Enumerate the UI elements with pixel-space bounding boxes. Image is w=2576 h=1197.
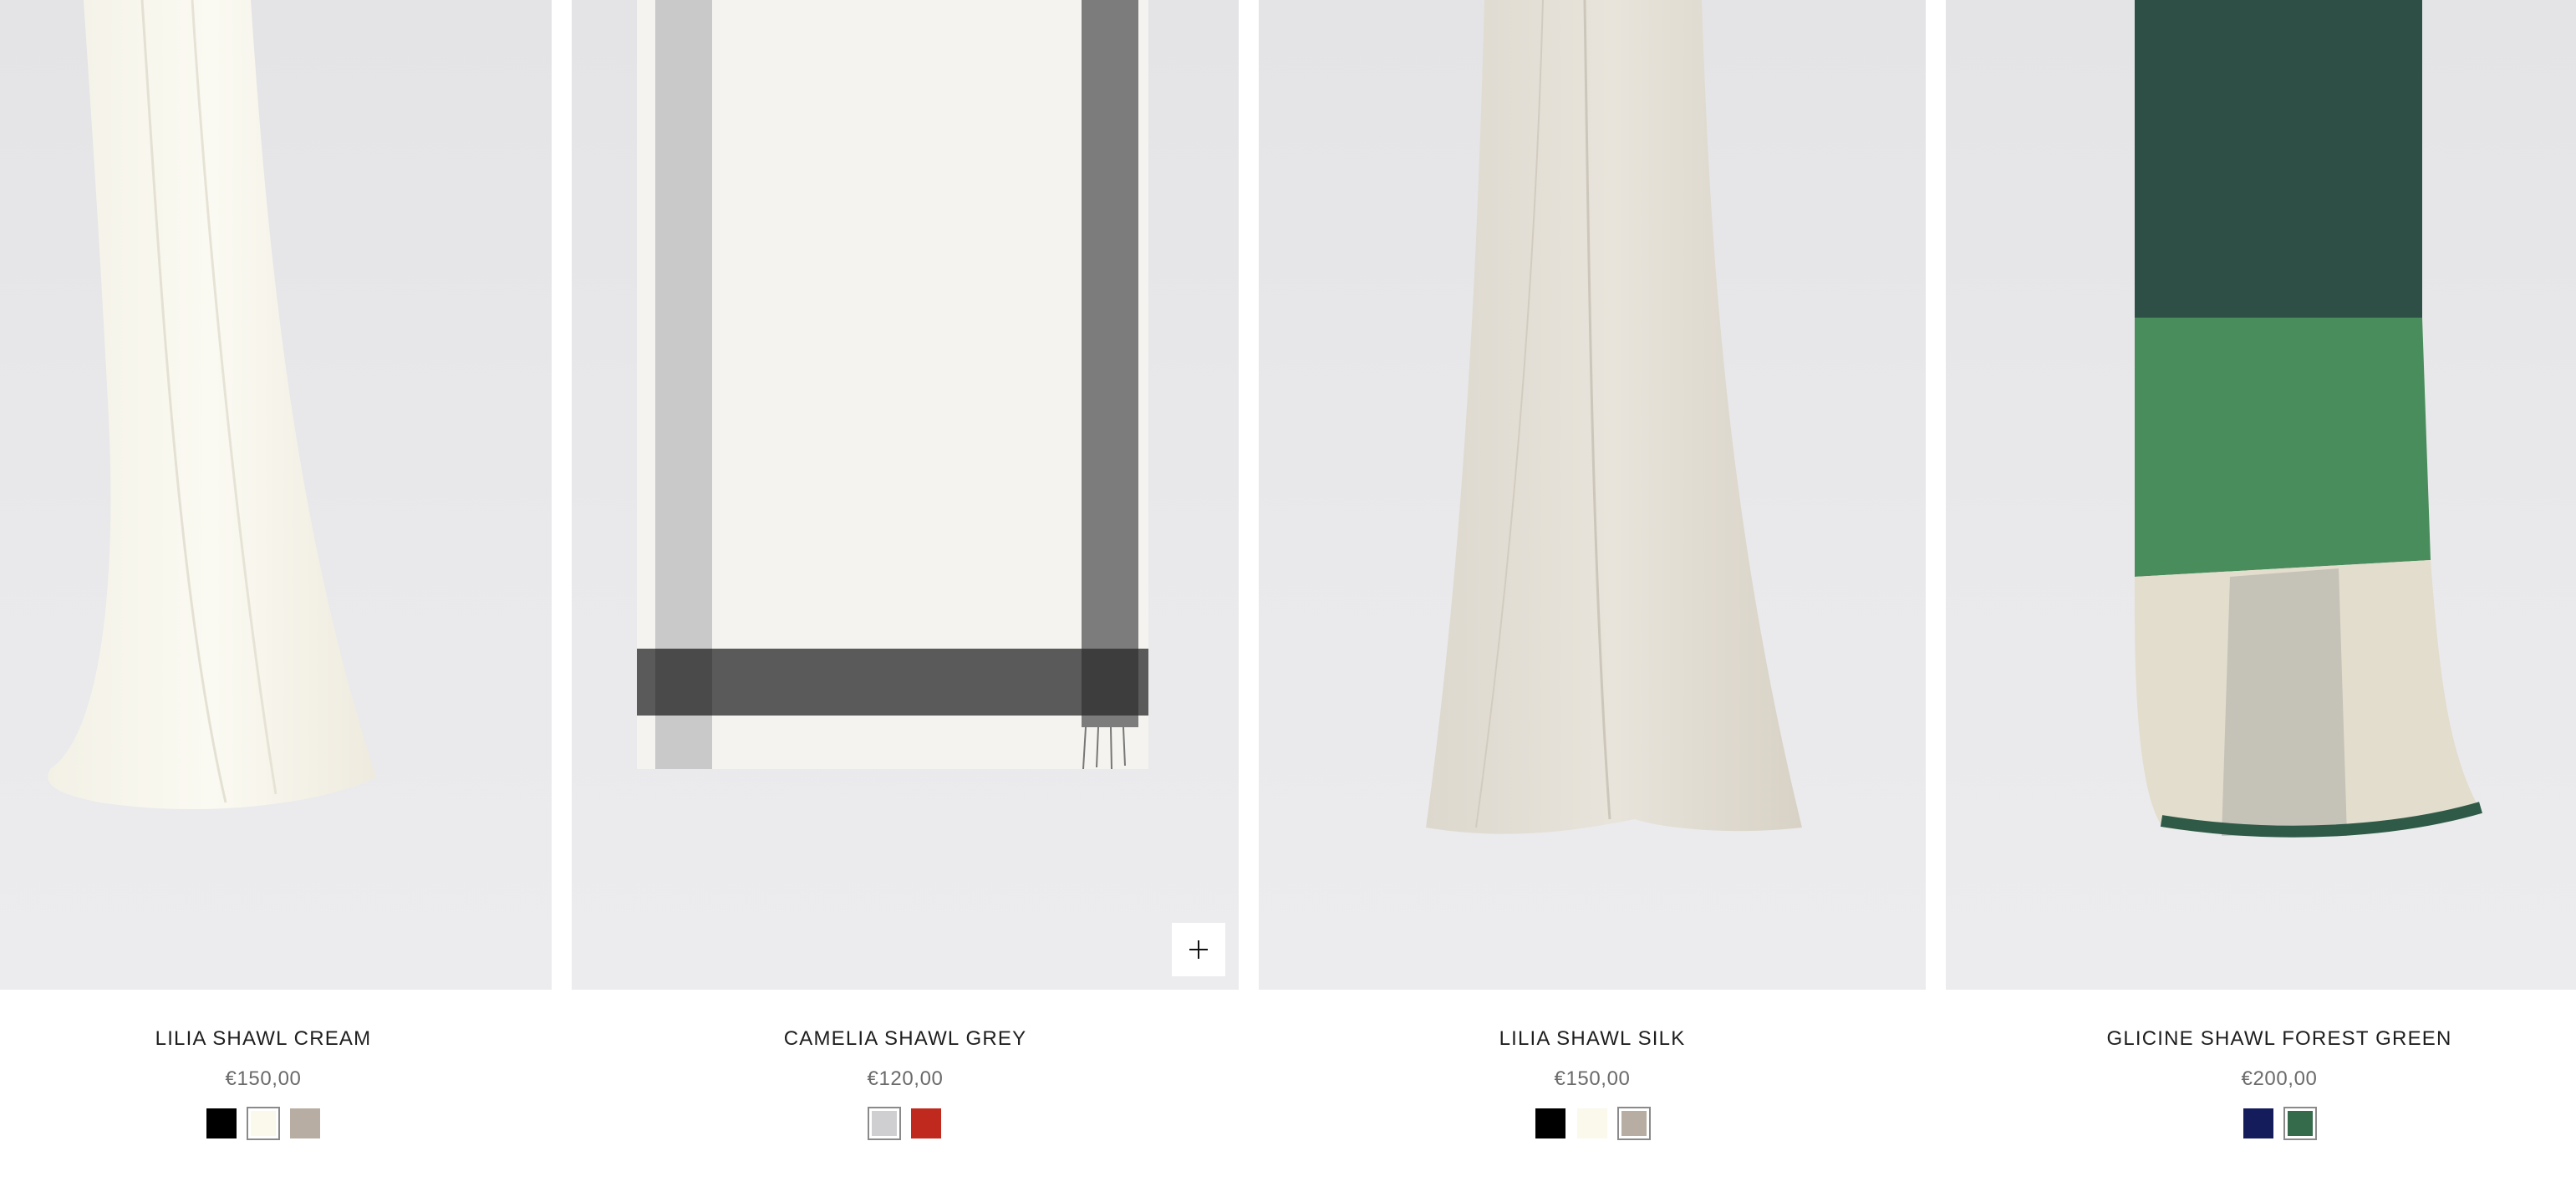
product-image[interactable]: [0, 0, 552, 990]
product-image[interactable]: [1946, 0, 2576, 990]
product-image[interactable]: [1259, 0, 1926, 990]
product-info: CAMELIA SHAWL GREY €120,00: [572, 990, 1239, 1140]
color-swatch-forest-green[interactable]: [2283, 1107, 2317, 1140]
product-price: €200,00: [2241, 1067, 2318, 1090]
product-grid: LILIA SHAWL CREAM €150,00 CAMELIA SHAWL …: [0, 0, 2576, 1197]
color-swatch-taupe[interactable]: [1617, 1107, 1651, 1140]
color-swatches: [0, 1107, 552, 1140]
product-price: €120,00: [867, 1067, 944, 1090]
color-swatch-black[interactable]: [206, 1108, 237, 1138]
product-price: €150,00: [1554, 1067, 1631, 1090]
color-swatch-black[interactable]: [1535, 1108, 1565, 1138]
color-swatch-grey[interactable]: [868, 1107, 901, 1140]
plus-icon: [1189, 940, 1208, 959]
product-info: LILIA SHAWL CREAM €150,00: [0, 990, 552, 1140]
color-swatch-cream[interactable]: [247, 1107, 280, 1140]
product-card[interactable]: CAMELIA SHAWL GREY €120,00: [572, 0, 1239, 1197]
product-info: LILIA SHAWL SILK €150,00: [1259, 990, 1926, 1140]
product-image[interactable]: [572, 0, 1239, 990]
product-title[interactable]: LILIA SHAWL CREAM: [0, 1026, 552, 1052]
product-title[interactable]: GLICINE SHAWL FOREST GREEN: [1946, 1026, 2576, 1052]
color-swatches: [1259, 1107, 1926, 1140]
color-swatch-taupe[interactable]: [290, 1108, 320, 1138]
color-swatches: [1946, 1107, 2576, 1140]
quick-add-button[interactable]: [1172, 923, 1225, 976]
product-info: GLICINE SHAWL FOREST GREEN €200,00: [1946, 990, 2576, 1140]
color-swatch-navy[interactable]: [2243, 1108, 2273, 1138]
product-title[interactable]: LILIA SHAWL SILK: [1259, 1026, 1926, 1052]
product-price: €150,00: [225, 1067, 302, 1090]
product-title[interactable]: CAMELIA SHAWL GREY: [572, 1026, 1239, 1052]
product-card[interactable]: LILIA SHAWL SILK €150,00: [1259, 0, 1926, 1197]
color-swatch-cream[interactable]: [1577, 1108, 1607, 1138]
product-card[interactable]: LILIA SHAWL CREAM €150,00: [0, 0, 552, 1197]
product-card[interactable]: GLICINE SHAWL FOREST GREEN €200,00: [1946, 0, 2576, 1197]
color-swatch-red[interactable]: [911, 1108, 941, 1138]
color-swatches: [572, 1107, 1239, 1140]
